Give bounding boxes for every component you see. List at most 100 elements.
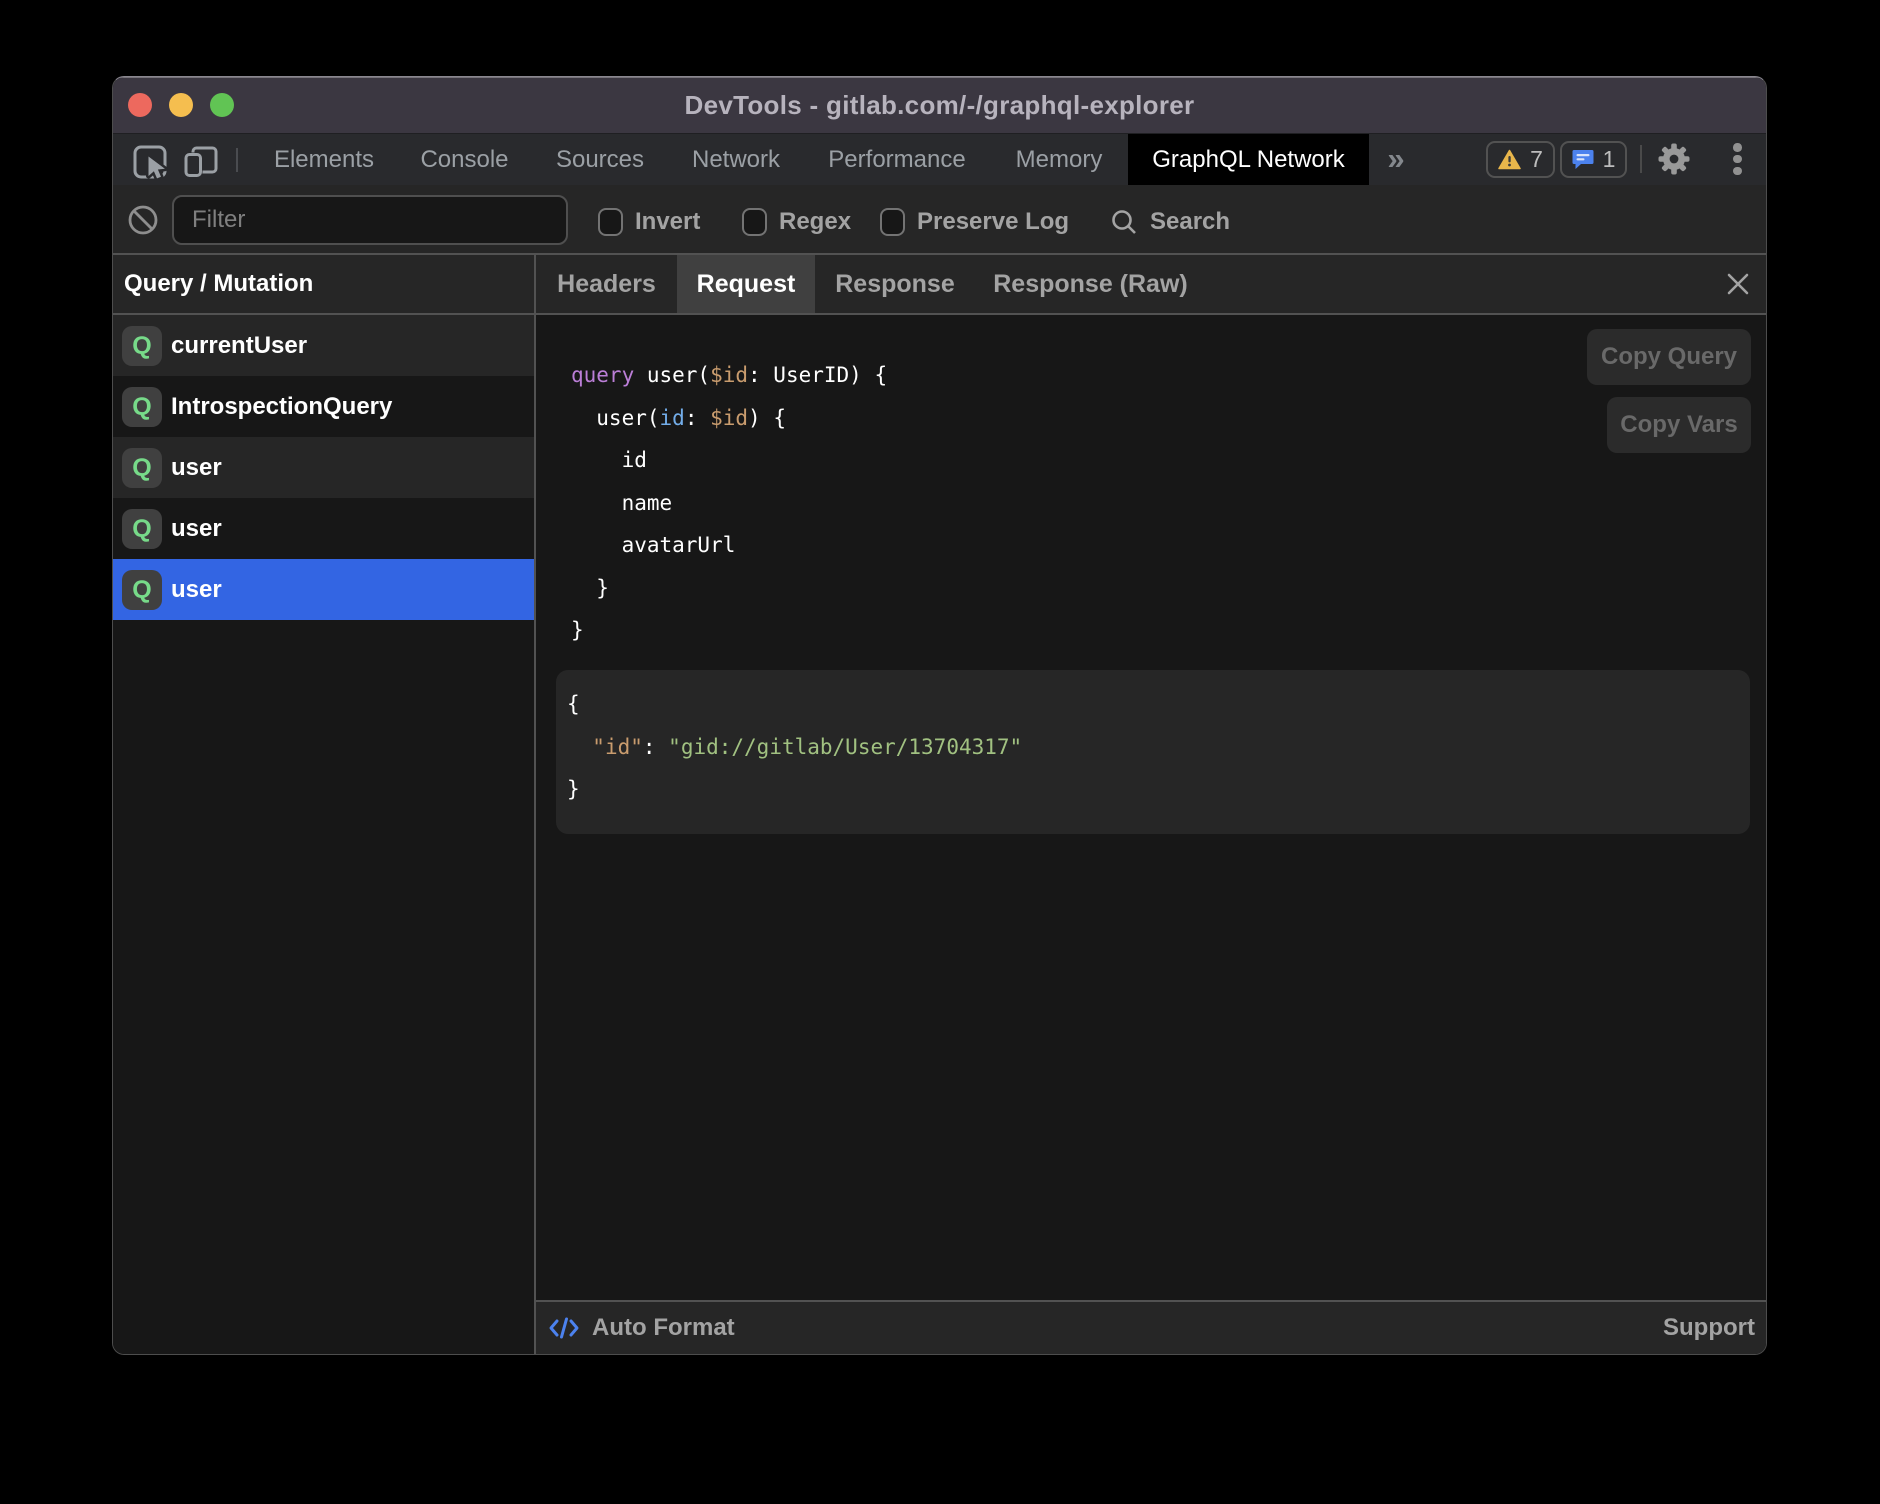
devtools-tab-performance[interactable]: Performance bbox=[804, 134, 990, 185]
code-line: } bbox=[567, 768, 1750, 811]
toolbar-separator-2 bbox=[1640, 145, 1642, 173]
code-token-kw: query bbox=[571, 363, 634, 387]
code-token-pl: id bbox=[571, 448, 647, 472]
message-icon bbox=[1572, 149, 1594, 170]
detail-tab-request[interactable]: Request bbox=[677, 255, 815, 313]
auto-format-button[interactable]: Auto Format bbox=[548, 1314, 735, 1342]
code-line: avatarUrl bbox=[571, 524, 887, 567]
dot bbox=[1733, 155, 1742, 164]
checkbox-group-preserve-log: Preserve Log bbox=[880, 188, 1069, 256]
devtools-tabbar: ElementsConsoleSourcesNetworkPerformance… bbox=[113, 133, 1766, 185]
auto-format-label: Auto Format bbox=[592, 1314, 735, 1342]
devtools-tabs: ElementsConsoleSourcesNetworkPerformance… bbox=[251, 134, 1369, 185]
query-list-item-label: IntrospectionQuery bbox=[171, 393, 392, 421]
checkbox-label-invert: Invert bbox=[635, 208, 700, 236]
checkbox-invert[interactable] bbox=[598, 208, 623, 236]
code-line: id bbox=[571, 439, 887, 482]
query-list-item-label: user bbox=[171, 454, 222, 482]
detail-tabs: HeadersRequestResponseResponse (Raw) bbox=[536, 255, 1766, 315]
filter-placeholder: Filter bbox=[192, 206, 245, 234]
checkbox-label-regex: Regex bbox=[779, 208, 851, 236]
devtools-tab-elements[interactable]: Elements bbox=[251, 134, 397, 185]
checkbox-group-regex: Regex bbox=[742, 188, 851, 256]
checkbox-preserve-log[interactable] bbox=[880, 208, 905, 236]
zoom-window-button[interactable] bbox=[210, 93, 234, 117]
code-icon bbox=[548, 1314, 580, 1342]
code-token-key: "id" bbox=[592, 735, 643, 759]
toolbar-right-cluster: 7 1 bbox=[1486, 140, 1742, 178]
window-title: DevTools - gitlab.com/-/graphql-explorer bbox=[113, 77, 1766, 133]
query-list-item-2[interactable]: Quser bbox=[113, 437, 534, 498]
close-window-button[interactable] bbox=[128, 93, 152, 117]
detail-footer: Auto Format Support bbox=[536, 1300, 1766, 1354]
code-line: name bbox=[571, 482, 887, 525]
code-token-attr: id bbox=[660, 406, 685, 430]
dot bbox=[1733, 167, 1742, 176]
code-token-pl: ) { bbox=[748, 406, 786, 430]
devtools-tab-console[interactable]: Console bbox=[397, 134, 532, 185]
warnings-badge[interactable]: 7 bbox=[1486, 141, 1555, 178]
query-list-item-0[interactable]: QcurrentUser bbox=[113, 315, 534, 376]
more-tabs-button[interactable]: » bbox=[1375, 134, 1417, 183]
filter-input[interactable]: Filter bbox=[172, 195, 568, 245]
code-line: { bbox=[567, 683, 1750, 726]
warning-count: 7 bbox=[1530, 146, 1543, 173]
query-list-header: Query / Mutation bbox=[113, 255, 534, 315]
query-list-item-1[interactable]: Q IntrospectionQuery bbox=[113, 376, 534, 437]
copy-vars-button[interactable]: Copy Vars bbox=[1607, 397, 1751, 453]
query-list-item-label: currentUser bbox=[171, 332, 307, 360]
filterbar: Filter Invert Regex Preserve Log Search bbox=[113, 185, 1766, 255]
detail-panel: HeadersRequestResponseResponse (Raw) Cop… bbox=[536, 255, 1766, 1354]
detail-tab-response-raw[interactable]: Response (Raw) bbox=[975, 255, 1206, 313]
devtools-tab-network[interactable]: Network bbox=[668, 134, 804, 185]
close-panel-icon[interactable] bbox=[1724, 270, 1752, 298]
support-link[interactable]: Support bbox=[1663, 1314, 1755, 1342]
query-list-item-4[interactable]: Quser bbox=[113, 559, 534, 620]
checkbox-label-preserve-log: Preserve Log bbox=[917, 208, 1069, 236]
devtools-tab-memory[interactable]: Memory bbox=[990, 134, 1128, 185]
detail-tab-headers[interactable]: Headers bbox=[536, 255, 677, 313]
code-token-var: $id bbox=[710, 363, 748, 387]
query-type-badge: Q bbox=[122, 509, 162, 549]
titlebar: DevTools - gitlab.com/-/graphql-explorer bbox=[113, 77, 1766, 133]
search-control[interactable]: Search bbox=[1110, 188, 1230, 256]
code-line: query user($id: UserID) { bbox=[571, 354, 887, 397]
query-list-item-label: user bbox=[171, 515, 222, 543]
code-token-pl: } bbox=[571, 618, 584, 642]
message-count: 1 bbox=[1603, 146, 1616, 173]
clear-filter-icon[interactable] bbox=[127, 204, 159, 241]
messages-badge[interactable]: 1 bbox=[1560, 141, 1627, 178]
code-token-pl: user( bbox=[571, 406, 660, 430]
settings-gear-icon[interactable] bbox=[1656, 141, 1692, 177]
toolbar-separator bbox=[236, 148, 238, 172]
code-token-pl: name bbox=[571, 491, 672, 515]
minimize-window-button[interactable] bbox=[169, 93, 193, 117]
variables-code: { "id": "gid://gitlab/User/13704317"} bbox=[567, 683, 1750, 811]
code-line: user(id: $id) { bbox=[571, 397, 887, 440]
code-token-pl: user( bbox=[634, 363, 710, 387]
code-token-pl: { bbox=[567, 692, 580, 716]
traffic-lights bbox=[128, 93, 234, 117]
query-list-panel: Query / Mutation QcurrentUser Q Introspect… bbox=[113, 255, 534, 1354]
code-line: } bbox=[571, 567, 887, 610]
devtools-tab-sources[interactable]: Sources bbox=[532, 134, 668, 185]
query-list-item-3[interactable]: Quser bbox=[113, 498, 534, 559]
search-icon bbox=[1110, 208, 1138, 236]
device-toolbar-icon[interactable] bbox=[184, 143, 220, 184]
code-token-pl bbox=[567, 735, 592, 759]
query-type-badge: Q bbox=[122, 387, 162, 427]
code-token-str: "gid://gitlab/User/13704317" bbox=[668, 735, 1022, 759]
checkbox-group-invert: Invert bbox=[598, 188, 700, 256]
copy-query-button[interactable]: Copy Query bbox=[1587, 329, 1751, 385]
dot bbox=[1733, 143, 1742, 152]
inspect-element-icon[interactable] bbox=[132, 143, 168, 184]
checkbox-regex[interactable] bbox=[742, 208, 767, 236]
devtools-tab-graphql-network[interactable]: GraphQL Network bbox=[1128, 134, 1369, 185]
menu-dots-icon[interactable] bbox=[1733, 143, 1742, 175]
devtools-window: DevTools - gitlab.com/-/graphql-explorer… bbox=[112, 76, 1767, 1355]
code-token-pl: : UserID) { bbox=[748, 363, 887, 387]
detail-tab-response[interactable]: Response bbox=[815, 255, 975, 313]
query-type-badge: Q bbox=[122, 570, 162, 610]
code-token-var: $id bbox=[710, 406, 748, 430]
desktop-background: DevTools - gitlab.com/-/graphql-explorer… bbox=[0, 0, 1880, 1504]
